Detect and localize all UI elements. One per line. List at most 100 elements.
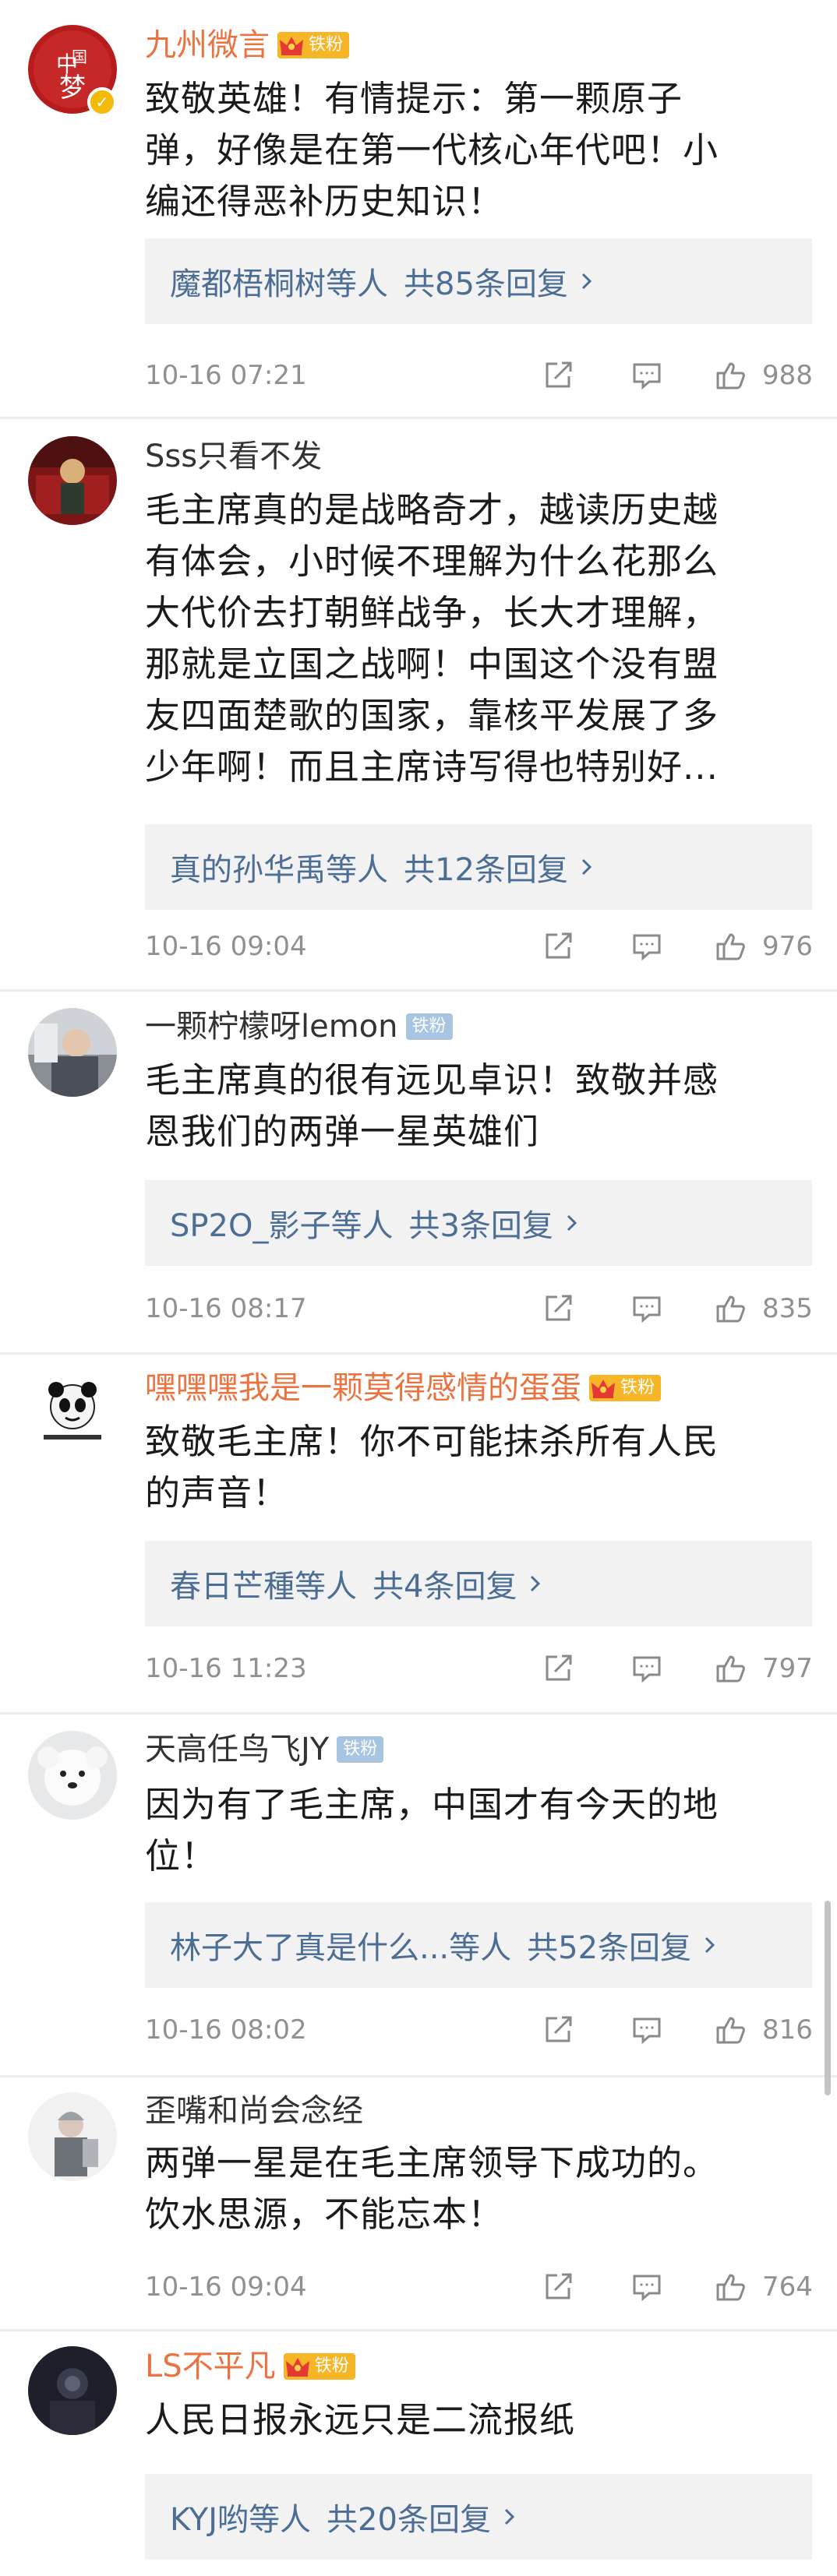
- username[interactable]: 一颗柠檬呀lemon: [145, 1003, 398, 1050]
- timestamp: 10-16 08:02: [145, 2014, 307, 2046]
- share-icon[interactable]: [541, 1292, 575, 1326]
- share-icon[interactable]: [541, 1651, 575, 1686]
- comment-text-line: 两弹一星是在毛主席领导下成功的。: [145, 2142, 719, 2183]
- reply-users-suffix: 等人: [326, 852, 388, 888]
- username[interactable]: 嘿嘿嘿我是一颗莫得感情的蛋蛋: [145, 1365, 581, 1411]
- white-dog-avatar[interactable]: [28, 1731, 117, 1820]
- reply-count[interactable]: 共20条回复: [327, 2494, 491, 2539]
- fan-badge-label: 铁粉: [311, 2353, 355, 2380]
- username[interactable]: 天高任鸟飞JY: [145, 1726, 329, 1773]
- comment-meta: 10-16 08:17 835: [145, 1285, 813, 1332]
- reply-count[interactable]: 共52条回复: [527, 1922, 691, 1968]
- comment-text-line: 编还得恶补历史知识！: [145, 181, 504, 222]
- fan-badge-label: 铁粉: [617, 1375, 662, 1401]
- like-icon[interactable]: [714, 2013, 748, 2047]
- like-count: 835: [762, 1293, 813, 1324]
- reply-users-suffix: 等人: [326, 266, 388, 302]
- reply-users[interactable]: KYJ哟: [170, 2494, 249, 2539]
- reply-users-suffix: 等人: [249, 2502, 312, 2538]
- comment-text-line: 人民日报永远只是二流报纸: [145, 2399, 576, 2440]
- comment-text-line: 有体会，小时候不理解为什么花那么: [145, 541, 719, 582]
- red-portrait-avatar[interactable]: [28, 436, 117, 525]
- fan-badge-label: 铁粉: [337, 1736, 384, 1763]
- chevron-right-icon: [564, 1211, 580, 1235]
- like-icon[interactable]: [714, 358, 748, 393]
- comment-text-line: 饮水思源，不能忘本！: [145, 2194, 504, 2235]
- username-row: 九州微言 铁粉: [145, 22, 350, 69]
- reply-users[interactable]: 林子大了真是什么...: [170, 1922, 449, 1968]
- fan-badge: 铁粉: [337, 1736, 384, 1763]
- comment-text-line: 恩我们的两弹一星英雄们: [145, 1111, 540, 1152]
- timestamp: 10-16 08:17: [145, 1293, 307, 1324]
- dark-portrait-avatar[interactable]: [28, 2346, 117, 2435]
- comment-icon[interactable]: [630, 358, 664, 393]
- reply-summary-button[interactable]: 魔都梧桐树 等人 共85条回复: [145, 238, 812, 324]
- comment-text: 毛主席真的是战略奇才，越读历史越 有体会，小时候不理解为什么花那么 大代价去打朝鲜战…: [145, 485, 804, 793]
- reply-count[interactable]: 共85条回复: [404, 259, 568, 304]
- comment-meta: 10-16 07:21 988: [145, 352, 813, 399]
- person-photo-avatar[interactable]: [28, 1008, 117, 1097]
- comment-icon[interactable]: [630, 1651, 664, 1686]
- reply-users[interactable]: 魔都梧桐树: [170, 259, 326, 304]
- reply-count[interactable]: 共3条回复: [408, 1200, 553, 1246]
- like-icon[interactable]: [714, 1292, 748, 1326]
- timestamp: 10-16 09:04: [145, 2271, 307, 2303]
- comment-text-line: 位！: [145, 1835, 217, 1876]
- comment-text: 毛主席真的很有远见卓识！致敬并感 恩我们的两弹一星英雄们: [145, 1055, 804, 1158]
- comment-icon[interactable]: [630, 2013, 664, 2047]
- like-count: 764: [762, 2271, 813, 2303]
- reply-users[interactable]: 真的孙华禹: [170, 844, 326, 890]
- comment-icon[interactable]: [630, 2270, 664, 2304]
- reply-users-suffix: 等人: [449, 1930, 512, 1966]
- comment-text: 人民日报永远只是二流报纸: [145, 2395, 804, 2446]
- chevron-right-icon: [528, 1572, 543, 1595]
- reply-users[interactable]: SP2O_影子: [170, 1200, 330, 1246]
- reply-count[interactable]: 共12条回复: [404, 844, 568, 890]
- username[interactable]: 歪嘴和尚会念经: [145, 2088, 363, 2134]
- comment-text-line: 毛主席真的是战略奇才，越读历史越: [145, 489, 719, 530]
- username-row: 歪嘴和尚会念经: [145, 2088, 363, 2134]
- comment-text: 致敬毛主席！你不可能抹杀所有人民 的声音！: [145, 1416, 804, 1519]
- comment-meta: 10-16 09:04 976: [145, 923, 813, 970]
- comment-icon[interactable]: [630, 929, 664, 964]
- share-icon[interactable]: [541, 929, 575, 964]
- share-icon[interactable]: [541, 358, 575, 393]
- comment-divider: [0, 417, 837, 419]
- crown-icon: [277, 32, 305, 58]
- fan-badge: 铁粉: [277, 32, 350, 58]
- panda-meme-avatar[interactable]: [28, 1371, 117, 1460]
- comment-text: 因为有了毛主席，中国才有今天的地 位！: [145, 1779, 804, 1882]
- fan-badge: 铁粉: [405, 1013, 453, 1040]
- share-icon[interactable]: [541, 2013, 575, 2047]
- username-row: 天高任鸟飞JY 铁粉: [145, 1726, 384, 1773]
- username-row: LS不平凡 铁粉: [145, 2343, 355, 2390]
- comment-divider: [0, 2075, 837, 2077]
- reply-users[interactable]: 春日芒種: [170, 1561, 295, 1606]
- scrollbar[interactable]: [825, 1901, 831, 2095]
- username[interactable]: Sss只看不发: [145, 433, 322, 480]
- like-icon[interactable]: [714, 2270, 748, 2304]
- comment-divider: [0, 2329, 837, 2331]
- fan-badge: 铁粉: [283, 2353, 355, 2380]
- reply-summary-button[interactable]: 林子大了真是什么... 等人 共52条回复: [145, 1902, 812, 1988]
- reply-summary-button[interactable]: SP2O_影子 等人 共3条回复: [145, 1180, 812, 1266]
- reply-summary-button[interactable]: KYJ哟 等人 共20条回复: [145, 2474, 812, 2560]
- like-count: 797: [762, 1653, 813, 1684]
- comment-meta: 10-16 08:02 816: [145, 2007, 813, 2053]
- username[interactable]: LS不平凡: [145, 2343, 276, 2390]
- comment-icon[interactable]: [630, 1292, 664, 1326]
- reply-count[interactable]: 共4条回复: [373, 1561, 517, 1606]
- grey-figure-avatar[interactable]: [28, 2092, 117, 2181]
- comment-meta: 10-16 09:04 764: [145, 2264, 813, 2310]
- username[interactable]: 九州微言: [145, 22, 270, 69]
- like-icon[interactable]: [714, 929, 748, 964]
- share-icon[interactable]: [541, 2270, 575, 2304]
- reply-summary-button[interactable]: 春日芒種 等人 共4条回复: [145, 1541, 812, 1626]
- svg-text:梦: 梦: [59, 72, 86, 104]
- fan-badge: 铁粉: [589, 1375, 662, 1401]
- comment-text-line: 大代价去打朝鲜战争，长大才理解，: [145, 592, 719, 633]
- reply-summary-button[interactable]: 真的孙华禹 等人 共12条回复: [145, 824, 812, 910]
- comment-text-line: 弹，好像是在第一代核心年代吧！小: [145, 129, 719, 171]
- chevron-right-icon: [702, 1933, 718, 1957]
- like-icon[interactable]: [714, 1651, 748, 1686]
